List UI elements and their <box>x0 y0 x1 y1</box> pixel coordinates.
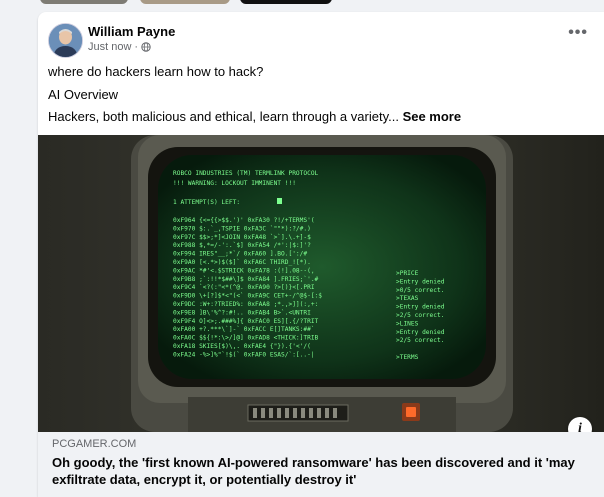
terminal-header: ROBCO INDUSTRIES (TM) TERMLINK PROTOCOL <box>173 170 319 177</box>
terminal-row: 0xF9A0 [<.*>)$($]` 0xFA6C THIRD_![*). <box>173 258 311 266</box>
terminal-row: 0xF970 $:.`_,TSPIE 0xFA3C `""*):?/#.) <box>173 224 311 232</box>
terminal-row: 0xF97C $$>;*]<JOIN 0xFA48 `>`].\.+]-$ <box>173 233 311 241</box>
link-domain: PCGAMER.COM <box>52 438 137 450</box>
terminal-row: 0xF9C4 `<?(:"<*(^@. 0xFA90 ?>[)}<[.PRI <box>173 283 315 291</box>
story-thumbnail[interactable] <box>140 0 230 4</box>
link-headline[interactable]: Oh goody, the 'first known AI-powered ra… <box>52 454 582 488</box>
post-snippet-text: Hackers, both malicious and ethical, lea… <box>48 109 399 124</box>
post-timestamp[interactable]: Just now <box>88 41 131 53</box>
story-thumbnail[interactable] <box>240 0 332 4</box>
post-snippet: Hackers, both malicious and ethical, lea… <box>48 109 461 124</box>
avatar[interactable] <box>48 23 83 58</box>
terminal-log-row: >TERMS <box>396 354 419 361</box>
terminal-cursor <box>277 198 282 204</box>
terminal-row: 0xF9AC *#'<.$STRICK 0xFA78 :(!].08--(, <box>173 267 315 274</box>
terminal-log-row: >2/5 correct. <box>396 337 444 344</box>
post-text-line: where do hackers learn how to hack? <box>48 64 264 79</box>
see-more-link[interactable]: See more <box>403 109 462 124</box>
terminal-log-row: >PRICE <box>396 270 419 277</box>
post-author[interactable]: William Payne <box>88 24 175 39</box>
terminal-warning: !!! WARNING: LOCKOUT IMMINENT !!! <box>173 180 296 187</box>
terminal-row: 0xF9DC :W+:?TRIED%: 0xFAA8 ;*.,>]](:,+: <box>173 301 318 308</box>
terminal-log-row: >Entry denied <box>396 278 445 285</box>
post-image[interactable]: ROBCO INDUSTRIES (TM) TERMLINK PROTOCOL … <box>38 135 604 432</box>
terminal-log-row: >Entry denied <box>396 304 445 311</box>
terminal-image: ROBCO INDUSTRIES (TM) TERMLINK PROTOCOL … <box>38 135 604 432</box>
feed-post: William Payne Just now · ••• where do ha… <box>38 12 604 497</box>
story-thumbnail[interactable] <box>40 0 128 4</box>
terminal-row: 0xFA0C $${!*:\>/]@] 0xFAD8 <THICK:]TRIB <box>173 335 319 342</box>
link-preview[interactable]: PCGAMER.COM Oh goody, the 'first known A… <box>38 432 604 497</box>
terminal-row: 0xFA18 SKIES[$)\,. 0xFAE4 {"}).{'<'/( <box>173 343 311 350</box>
post-meta: Just now · <box>88 41 151 53</box>
terminal-row: 0xFA24 -%>]%"`!$(` 0xFAF0 ESAS/`:[..-| <box>173 350 315 358</box>
top-strip <box>0 0 604 6</box>
avatar-image <box>49 24 82 57</box>
terminal-row: 0xF9D0 \+[?]$*<"(<` 0xFA9C CET+-/^@$-[:$ <box>173 292 322 300</box>
terminal-log-row: >2/5 correct. <box>396 312 444 319</box>
globe-icon[interactable] <box>141 42 151 52</box>
terminal-log-row: >TEXAS <box>396 295 419 302</box>
terminal-row: 0xF9B8 ;`:!!*$##\]$ 0xFA84 ].FRIES;`'.# <box>173 275 319 283</box>
terminal-log-row: >0/5 correct. <box>396 287 444 294</box>
terminal-row: 0xFA00 +?.***\`]-` 0xFACC E[]TANKS:##` <box>173 325 315 333</box>
terminal-row: 0xF9F4 O]<>;.###%]{ 0xFAC0 ES][.{/?TRIT <box>173 318 319 325</box>
terminal-row: 0xF964 {<={{>$$.')' 0xFA30 ?!/+TERMS'( <box>173 217 315 224</box>
more-options-icon[interactable]: ••• <box>568 25 588 41</box>
terminal-attempts: 1 ATTEMPT(S) LEFT: <box>173 199 240 206</box>
terminal-row: 0xF994 IRES"__;*`/ 0xFA60 ].BO.[':/# <box>173 250 307 258</box>
terminal-log-row: >Entry denied <box>396 329 445 336</box>
terminal-row: 0xF9E8 ]B\'%^?:#!.. 0xFAB4 B>`.<UNTRI <box>173 308 311 316</box>
terminal-row: 0xF988 $,*=/-':.`$] 0xFA54 /*':|$:]'? <box>173 241 311 249</box>
meta-separator: · <box>134 41 139 53</box>
terminal-log-row: >LINES <box>396 320 419 327</box>
post-text-line: AI Overview <box>48 87 119 102</box>
